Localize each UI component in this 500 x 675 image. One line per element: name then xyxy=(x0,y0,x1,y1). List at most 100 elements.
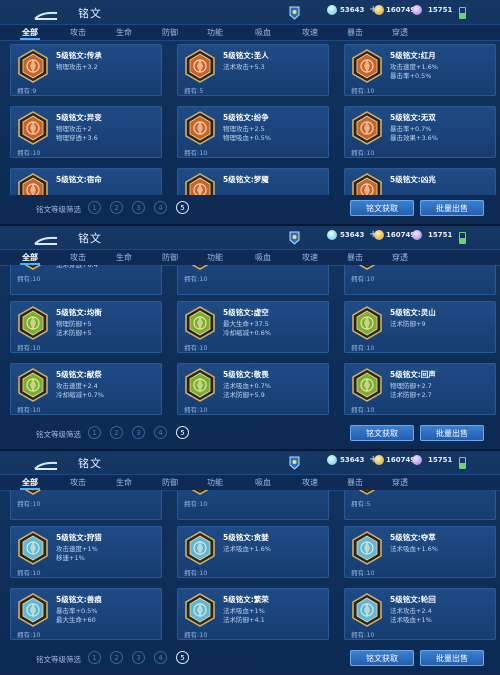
inscription-card[interactable]: 5级铭文:圣人 法术攻击+5.3 拥有:5 xyxy=(177,44,329,96)
tab-6[interactable]: 攻速 xyxy=(290,25,330,40)
owned-count: 拥有:10 xyxy=(351,87,375,95)
inscription-card-partial[interactable]: 拥有:10 xyxy=(177,490,329,520)
inscription-card[interactable]: 5级铭文:敬畏 法术吸血+0.7% 法术防御+5.9 拥有:10 xyxy=(177,363,329,415)
obtain-inscription-button[interactable]: 铭文获取 xyxy=(350,425,414,441)
level-filter-2[interactable]: 2 xyxy=(110,201,123,214)
level-filter-5[interactable]: 5 xyxy=(176,201,189,214)
inscription-card[interactable]: 5级铭文:灵山 法术防御+9 拥有:10 xyxy=(344,301,496,353)
tab-8[interactable]: 穿透 xyxy=(380,475,420,490)
batch-sell-button[interactable]: 批量出售 xyxy=(420,650,484,666)
tab-6[interactable]: 攻速 xyxy=(290,475,330,490)
tab-5[interactable]: 吸血 xyxy=(243,25,283,40)
tab-3[interactable]: 防御 xyxy=(150,25,190,40)
level-filter-1[interactable]: 1 xyxy=(88,426,101,439)
level-filter-4[interactable]: 4 xyxy=(154,651,167,664)
inscription-card[interactable]: 5级铭文:夺萃 法术吸血+1.6% 拥有:10 xyxy=(344,526,496,578)
inscription-card-partial[interactable]: 物理防御+9拥有:10 xyxy=(344,265,496,295)
inscription-card-partial[interactable]: 攻击速度+0.6%法术穿透+6.4拥有:10 xyxy=(10,265,162,295)
inscription-card-partial[interactable]: 冷却缩减+1%拥有:10 xyxy=(177,265,329,295)
tab-0[interactable]: 全部 xyxy=(10,25,50,40)
top-bar: 铭文53643+16074915751 xyxy=(0,450,500,474)
rank-badge-icon[interactable] xyxy=(289,5,300,20)
level-filter-1[interactable]: 1 xyxy=(88,201,101,214)
obtain-inscription-button[interactable]: 铭文获取 xyxy=(350,650,414,666)
rank-badge-icon[interactable] xyxy=(289,455,300,470)
back-icon[interactable] xyxy=(33,457,59,470)
inscription-card[interactable]: 5级铭文:无双 暴击率+0.7% 暴击效果+3.6% 拥有:10 xyxy=(344,106,496,158)
tab-7[interactable]: 暴击 xyxy=(335,475,375,490)
inscription-card[interactable]: 5级铭文:梦魇 xyxy=(177,168,329,195)
inscription-card[interactable]: 5级铭文:回声 物理防御+2.7 法术防御+2.7 拥有:10 xyxy=(344,363,496,415)
batch-sell-button[interactable]: 批量出售 xyxy=(420,200,484,216)
inscription-card[interactable]: 5级铭文:红月 攻击速度+1.6% 暴击率+0.5% 拥有:10 xyxy=(344,44,496,96)
inscription-name: 5级铭文:圣人 xyxy=(223,51,269,60)
inscription-card[interactable]: 5级铭文:传承 物理攻击+3.2 拥有:9 xyxy=(10,44,162,96)
category-tabs: 全部 攻击 生命 防御 功能 吸血 攻速 暴击 穿透 xyxy=(0,249,500,266)
attribute-line: 法术吸血+1.6% xyxy=(390,545,438,553)
level-filter-5[interactable]: 5 xyxy=(176,426,189,439)
inscription-card[interactable]: 5级铭文:贪婪 法术吸血+1.6% 拥有:10 xyxy=(177,526,329,578)
tab-8[interactable]: 穿透 xyxy=(380,25,420,40)
owned-count: 拥有:10 xyxy=(17,344,41,352)
level-filter-4[interactable]: 4 xyxy=(154,426,167,439)
inscription-card[interactable]: 5级铭文:纷争 物理攻击+2.5 物理吸血+0.5% 拥有:10 xyxy=(177,106,329,158)
inscription-icon xyxy=(350,531,384,565)
level-filter-1[interactable]: 1 xyxy=(88,651,101,664)
tab-1[interactable]: 攻击 xyxy=(58,250,98,265)
batch-sell-button[interactable]: 批量出售 xyxy=(420,425,484,441)
level-filter-3[interactable]: 3 xyxy=(132,651,145,664)
tab-0[interactable]: 全部 xyxy=(10,250,50,265)
currency-diamond-value: 53643 xyxy=(340,456,365,464)
inscription-card[interactable]: 5级铭文:均衡 物理防御+5 法术防御+5 拥有:10 xyxy=(10,301,162,353)
inscription-card-partial[interactable]: 拥有:10 xyxy=(10,490,162,520)
category-tabs: 全部 攻击 生命 防御 功能 吸血 攻速 暴击 穿透 xyxy=(0,474,500,491)
tab-1[interactable]: 攻击 xyxy=(58,25,98,40)
tab-4[interactable]: 功能 xyxy=(195,25,235,40)
tab-0[interactable]: 全部 xyxy=(10,475,50,490)
tab-2[interactable]: 生命 xyxy=(104,250,144,265)
inscription-card-partial[interactable]: 拥有:5 xyxy=(344,490,496,520)
rank-badge-icon[interactable] xyxy=(289,230,300,245)
back-icon[interactable] xyxy=(33,232,59,245)
tab-2[interactable]: 生命 xyxy=(104,25,144,40)
tab-7[interactable]: 暴击 xyxy=(335,250,375,265)
obtain-inscription-button[interactable]: 铭文获取 xyxy=(350,200,414,216)
attribute-line: 暴击率+0.5% xyxy=(390,72,432,80)
inscription-card[interactable]: 5级铭文:轮回 法术攻击+2.4 法术吸血+1% 拥有:10 xyxy=(344,588,496,640)
inscription-card[interactable]: 5级铭文:凶兆 xyxy=(344,168,496,195)
tab-8[interactable]: 穿透 xyxy=(380,250,420,265)
inscription-card[interactable]: 5级铭文:献祭 攻击速度+2.4 冷却缩减+0.7% 拥有:10 xyxy=(10,363,162,415)
inscription-card[interactable]: 5级铭文:兽痕 暴击率+0.5% 最大生命+60 拥有:10 xyxy=(10,588,162,640)
inscription-card[interactable]: 5级铭文:狩猎 攻击速度+1% 移速+1% 拥有:10 xyxy=(10,526,162,578)
tab-4[interactable]: 功能 xyxy=(195,475,235,490)
tab-3[interactable]: 防御 xyxy=(150,475,190,490)
level-filter-4[interactable]: 4 xyxy=(154,201,167,214)
tab-2[interactable]: 生命 xyxy=(104,475,144,490)
inscription-icon xyxy=(16,265,50,270)
inscription-icon xyxy=(183,490,217,495)
top-bar: 铭文53643+16074915751 xyxy=(0,225,500,249)
level-filter-2[interactable]: 2 xyxy=(110,651,123,664)
inscription-card[interactable]: 5级铭文:虚空 最大生命+37.5 冷却缩减+0.6% 拥有:10 xyxy=(177,301,329,353)
owned-count: 拥有:10 xyxy=(184,149,208,157)
level-filter-3[interactable]: 3 xyxy=(132,201,145,214)
tab-3[interactable]: 防御 xyxy=(150,250,190,265)
tab-7[interactable]: 暴击 xyxy=(335,25,375,40)
inscription-card[interactable]: 5级铭文:异变 物理攻击+2 物理穿透+3.6 拥有:10 xyxy=(10,106,162,158)
inscription-card[interactable]: 5级铭文:繁荣 法术吸血+1% 法术防御+4.1 拥有:10 xyxy=(177,588,329,640)
attribute-line: 法术防御+2.7 xyxy=(390,391,432,399)
owned-count: 拥有:10 xyxy=(17,149,41,157)
back-icon[interactable] xyxy=(33,7,59,20)
tab-1[interactable]: 攻击 xyxy=(58,475,98,490)
tab-5[interactable]: 吸血 xyxy=(243,250,283,265)
inscription-icon xyxy=(183,111,217,145)
owned-count: 拥有:10 xyxy=(17,500,41,508)
level-filter-2[interactable]: 2 xyxy=(110,426,123,439)
owned-count: 拥有:10 xyxy=(351,569,375,577)
tab-5[interactable]: 吸血 xyxy=(243,475,283,490)
level-filter-3[interactable]: 3 xyxy=(132,426,145,439)
level-filter-5[interactable]: 5 xyxy=(176,651,189,664)
tab-4[interactable]: 功能 xyxy=(195,250,235,265)
inscription-card[interactable]: 5级铭文:宿命 xyxy=(10,168,162,195)
tab-6[interactable]: 攻速 xyxy=(290,250,330,265)
